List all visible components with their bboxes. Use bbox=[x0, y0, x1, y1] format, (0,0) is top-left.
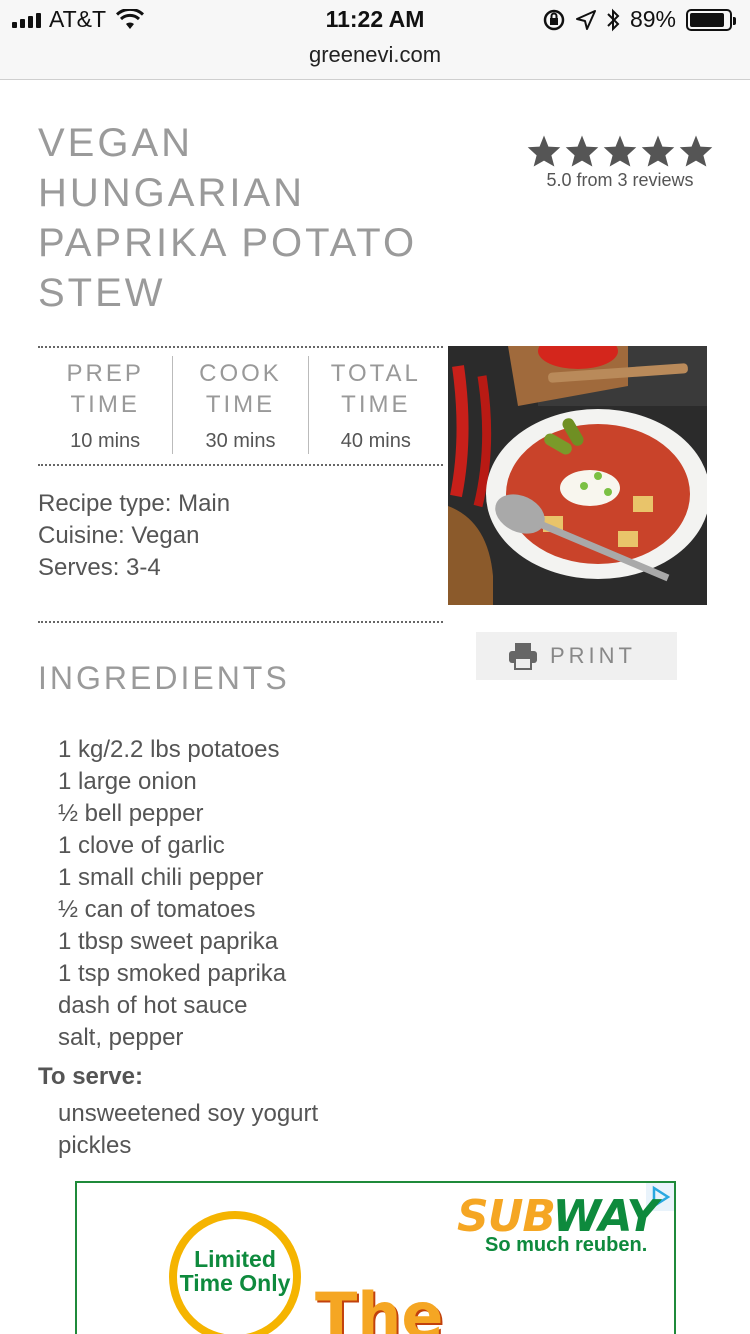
bluetooth-icon bbox=[607, 8, 620, 31]
ingredient-item: 1 clove of garlic bbox=[58, 832, 225, 859]
to-serve-item: unsweetened soy yogurt bbox=[58, 1100, 319, 1127]
to-serve-heading: To serve: bbox=[38, 1063, 143, 1090]
battery-percent: 89% bbox=[629, 6, 676, 32]
rotation-lock-icon bbox=[543, 9, 565, 30]
ingredient-item: dash of hot sauce bbox=[58, 992, 248, 1019]
star-icon[interactable] bbox=[564, 134, 600, 168]
recipe-photo bbox=[448, 346, 707, 605]
star-rating[interactable] bbox=[522, 134, 718, 168]
star-icon[interactable] bbox=[602, 134, 638, 168]
ad-headline: The bbox=[315, 1279, 444, 1334]
serves: Serves: 3-4 bbox=[38, 554, 161, 581]
ingredient-item: 1 small chili pepper bbox=[58, 864, 264, 891]
ingredient-item: 1 tbsp sweet paprika bbox=[58, 928, 279, 955]
prep-time-value: 10 mins bbox=[70, 430, 141, 452]
divider bbox=[38, 346, 443, 348]
ingredient-item: 1 large onion bbox=[58, 768, 197, 795]
ingredient-item: 1 kg/2.2 lbs potatoes bbox=[58, 736, 280, 763]
recipe-times: PREP TIME 10 mins COOK TIME 30 mins TOTA… bbox=[38, 356, 443, 454]
to-serve-item: pickles bbox=[58, 1132, 132, 1159]
total-time-label: TOTAL TIME bbox=[330, 360, 421, 418]
ingredient-item: 1 tsp smoked paprika bbox=[58, 960, 287, 987]
status-bar: AT&T 11:22 AM 89% greenevi.com bbox=[0, 0, 750, 80]
print-label: PRINT bbox=[550, 643, 636, 668]
recipe-title: VEGAN HUNGARIAN PAPRIKA POTATO STEW bbox=[38, 121, 418, 315]
printer-icon bbox=[509, 643, 537, 670]
limited-time-badge: Limited Time Only bbox=[169, 1211, 301, 1334]
recipe-type: Recipe type: Main bbox=[38, 490, 231, 517]
battery-icon bbox=[686, 8, 736, 31]
prep-time-label: PREP TIME bbox=[66, 360, 144, 418]
print-button[interactable]: PRINT bbox=[476, 632, 677, 680]
divider bbox=[38, 464, 443, 466]
address-bar-url[interactable]: greenevi.com bbox=[0, 42, 750, 68]
star-icon[interactable] bbox=[640, 134, 676, 168]
cuisine: Cuisine: Vegan bbox=[38, 522, 200, 549]
cook-time: COOK TIME 30 mins bbox=[173, 356, 309, 454]
subway-ad[interactable]: SUBWAY So much reuben. Limited Time Only… bbox=[75, 1181, 676, 1334]
total-time: TOTAL TIME 40 mins bbox=[309, 356, 443, 454]
to-serve-list: unsweetened soy yogurt pickles bbox=[58, 1098, 318, 1162]
ingredients-heading: INGREDIENTS bbox=[38, 660, 290, 696]
status-right: 89% bbox=[542, 6, 736, 33]
rating-text: 5.0 from 3 reviews bbox=[546, 170, 694, 190]
cook-time-label: COOK TIME bbox=[199, 360, 282, 418]
divider bbox=[38, 621, 443, 623]
total-time-value: 40 mins bbox=[340, 430, 411, 452]
ingredients-list: 1 kg/2.2 lbs potatoes 1 large onion ½ bell… bbox=[58, 734, 286, 1054]
rating[interactable]: 5.0 from 3 reviews bbox=[522, 134, 718, 191]
ingredient-item: salt, pepper bbox=[58, 1024, 184, 1051]
ingredient-item: ½ bell pepper bbox=[58, 800, 204, 827]
star-icon[interactable] bbox=[678, 134, 714, 168]
location-icon bbox=[575, 9, 596, 30]
ad-tagline: So much reuben. bbox=[485, 1234, 648, 1256]
cook-time-value: 30 mins bbox=[205, 430, 276, 452]
star-icon[interactable] bbox=[526, 134, 562, 168]
recipe-meta: Recipe type: Main Cuisine: Vegan Serves:… bbox=[38, 488, 230, 584]
ingredient-item: ½ can of tomatoes bbox=[58, 896, 256, 923]
prep-time: PREP TIME 10 mins bbox=[38, 356, 174, 454]
